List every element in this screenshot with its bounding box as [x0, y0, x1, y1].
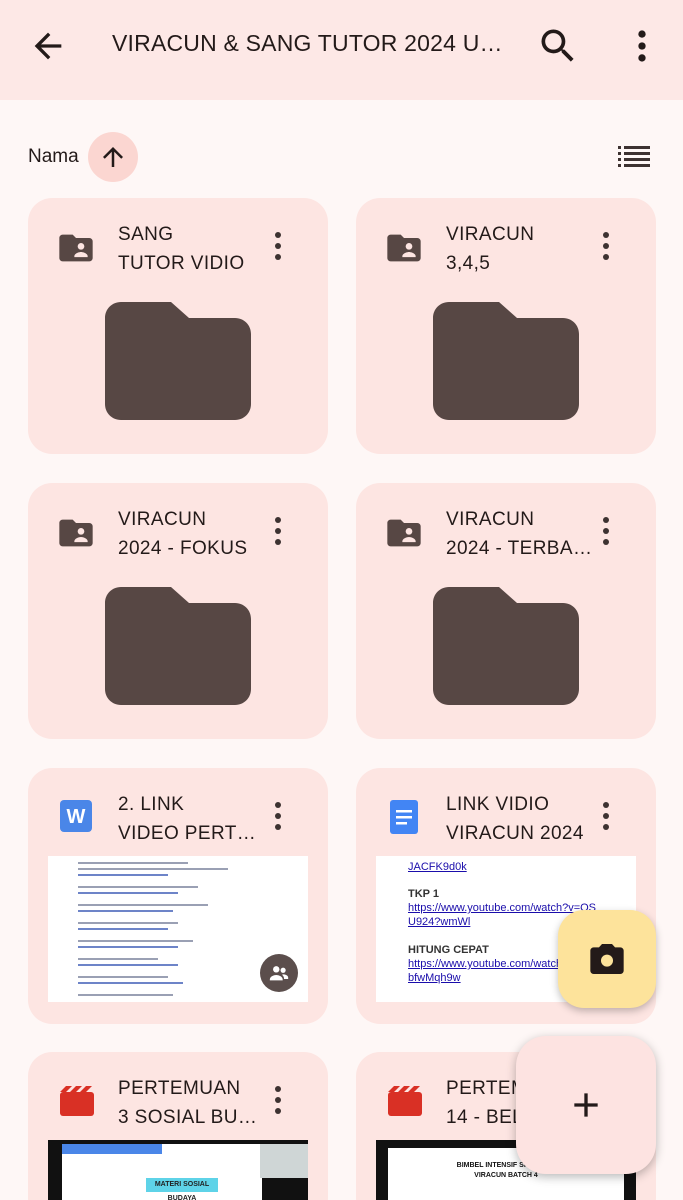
file-name-line1: SANG: [118, 224, 174, 245]
file-name-line2: 3,4,5: [446, 253, 491, 274]
file-name: VIRACUN 3,4,5: [446, 220, 596, 278]
shared-badge: [260, 954, 298, 992]
arrow-up-icon: [103, 147, 123, 167]
svg-text:W: W: [67, 806, 86, 828]
preview-text: bfwMqh9w: [408, 972, 461, 984]
file-name-line1: PERTEMUAN: [118, 1078, 241, 1099]
file-name-line1: VIRACUN: [446, 509, 535, 530]
folder-icon: [433, 587, 579, 705]
sort-direction-button[interactable]: [88, 132, 138, 182]
top-app-bar: VIRACUN & SANG TUTOR 2024 UPDATE: [0, 0, 683, 100]
video-preview: MATERI SOSIAL BUDAYA: [48, 1140, 308, 1200]
shared-folder-icon: [59, 234, 93, 262]
new-button[interactable]: [516, 1036, 656, 1174]
arrow-left-icon: [34, 32, 62, 60]
file-name: VIRACUN 2024 - TERBARU: [446, 505, 596, 563]
preview-text: https://www.youtube.com/watch?v=OS: [408, 902, 597, 914]
file-name-line2: 2024 - TERBARU: [446, 538, 596, 559]
word-doc-icon: W: [60, 800, 92, 832]
folder-icon: [105, 302, 251, 420]
preview-text: TKP 1: [408, 888, 439, 900]
more-options-button[interactable]: [620, 24, 664, 68]
more-vert-icon: [638, 30, 646, 62]
video-file-icon: [388, 1086, 422, 1116]
shared-folder-icon: [387, 519, 421, 547]
more-vert-icon[interactable]: [592, 511, 620, 551]
file-name-line2: VIRACUN 2024: [446, 823, 584, 844]
preview-text: U924?wmWl: [408, 916, 471, 928]
google-doc-icon: [390, 800, 418, 834]
file-name: VIRACUN 2024 - FOKUS: [118, 505, 268, 563]
more-vert-icon[interactable]: [592, 226, 620, 266]
plus-icon: [574, 1093, 598, 1117]
file-name-line2: TUTOR VIDIO: [118, 253, 245, 274]
folder-icon: [433, 302, 579, 420]
file-name-line2: 3 SOSIAL BUDAYA: [118, 1107, 268, 1128]
file-name-line2: VIDEO PERTEMUAN: [118, 823, 268, 844]
file-name: PERTEMUAN 3 SOSIAL BUDAYA: [118, 1074, 268, 1132]
file-name-line1: 2. LINK: [118, 794, 185, 815]
file-name-line1: VIRACUN: [446, 224, 535, 245]
file-name-line1: VIRACUN: [118, 509, 207, 530]
preview-text: JACFK9d0k: [408, 861, 467, 873]
more-vert-icon[interactable]: [264, 511, 292, 551]
more-vert-icon[interactable]: [592, 796, 620, 836]
people-icon: [269, 966, 289, 981]
list-view-button[interactable]: [614, 140, 654, 172]
folder-icon: [105, 587, 251, 705]
search-button[interactable]: [536, 24, 580, 68]
file-card-folder[interactable]: VIRACUN 3,4,5: [356, 198, 656, 454]
file-name: 2. LINK VIDEO PERTEMUAN: [118, 790, 268, 848]
more-vert-icon[interactable]: [264, 796, 292, 836]
back-button[interactable]: [28, 26, 68, 66]
list-view-icon: [618, 146, 650, 167]
document-preview: [48, 856, 308, 1002]
file-card-folder[interactable]: VIRACUN 2024 - FOKUS: [28, 483, 328, 739]
file-name: SANG TUTOR VIDIO: [118, 220, 268, 278]
preview-text: https://www.youtube.com/watch: [408, 958, 563, 970]
file-card-video[interactable]: PERTEMUAN 3 SOSIAL BUDAYA MATERI SOSIAL …: [28, 1052, 328, 1200]
shared-folder-icon: [59, 519, 93, 547]
video-file-icon: [60, 1086, 94, 1116]
scan-camera-button[interactable]: [558, 910, 656, 1008]
file-card-word[interactable]: W 2. LINK VIDEO PERTEMUAN: [28, 768, 328, 1024]
file-name-line2: 2024 - FOKUS: [118, 538, 248, 559]
shared-folder-icon: [387, 234, 421, 262]
file-card-folder[interactable]: SANG TUTOR VIDIO: [28, 198, 328, 454]
preview-text: HITUNG CEPAT: [408, 944, 489, 956]
folder-title: VIRACUN & SANG TUTOR 2024 UPDATE: [112, 30, 512, 56]
file-name-line1: LINK VIDIO: [446, 794, 550, 815]
more-vert-icon[interactable]: [264, 226, 292, 266]
materi-label: MATERI SOSIAL BUDAYA: [146, 1178, 218, 1200]
sort-label[interactable]: Nama: [28, 146, 79, 168]
camera-icon: [590, 944, 624, 974]
file-name: LINK VIDIO VIRACUN 2024: [446, 790, 596, 848]
more-vert-icon[interactable]: [264, 1080, 292, 1120]
file-card-folder[interactable]: VIRACUN 2024 - TERBARU: [356, 483, 656, 739]
search-icon: [541, 29, 574, 62]
sort-row: Nama: [0, 128, 683, 184]
